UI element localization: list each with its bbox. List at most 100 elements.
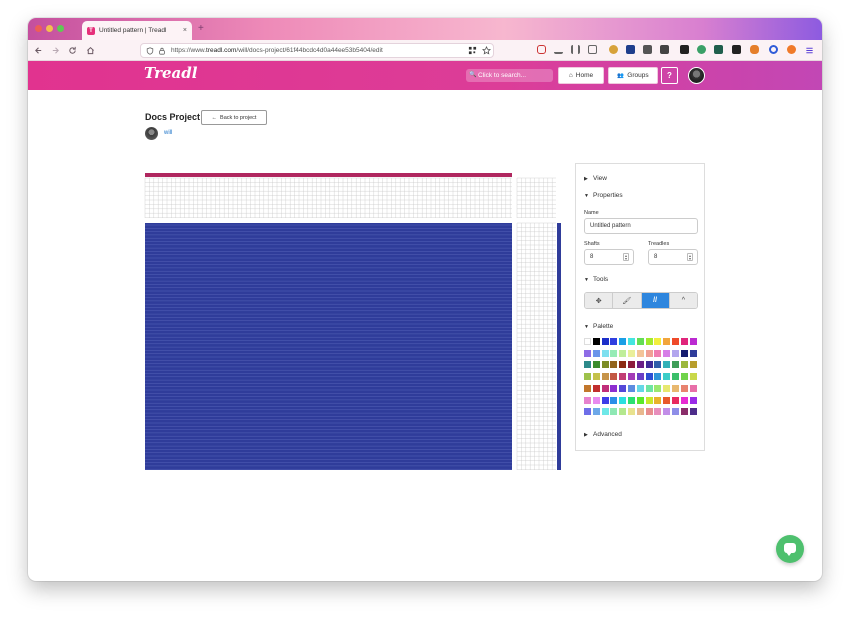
palette-swatch[interactable] — [601, 408, 609, 416]
palette-swatch[interactable] — [663, 349, 671, 357]
palette-swatch[interactable] — [680, 361, 688, 369]
palette-swatch[interactable] — [654, 349, 662, 357]
palette-swatch[interactable] — [610, 396, 618, 404]
palette-swatch[interactable] — [645, 338, 653, 345]
palette-swatch[interactable] — [636, 408, 644, 416]
palette-swatch[interactable] — [663, 361, 671, 369]
palette-swatch[interactable] — [663, 373, 671, 381]
palette-swatch[interactable] — [628, 396, 635, 404]
palette-swatch[interactable] — [584, 361, 591, 369]
shafts-stepper-icon[interactable]: ▴ ▾ — [623, 253, 629, 261]
palette-swatch[interactable] — [654, 338, 662, 345]
tieup-grid[interactable] — [517, 178, 556, 218]
palette-swatch[interactable] — [619, 361, 627, 369]
palette-swatch[interactable] — [619, 338, 627, 345]
palette-swatch[interactable] — [592, 361, 600, 369]
palette-swatch[interactable] — [628, 384, 635, 392]
palette-swatch[interactable] — [663, 338, 671, 345]
palette-swatch[interactable] — [680, 408, 688, 416]
palette-swatch[interactable] — [636, 361, 644, 369]
palette-swatch[interactable] — [654, 408, 662, 416]
palette-swatch[interactable] — [619, 408, 627, 416]
straight-draw-tool-button[interactable]: // — [641, 293, 670, 308]
palette-swatch[interactable] — [654, 361, 662, 369]
palette-swatch[interactable] — [636, 384, 644, 392]
palette-swatch[interactable] — [584, 349, 591, 357]
palette-swatch[interactable] — [584, 408, 591, 416]
palette-swatch[interactable] — [654, 396, 662, 404]
view-section-toggle[interactable]: ▶ View — [584, 175, 607, 182]
palette-swatch[interactable] — [619, 349, 627, 357]
palette-swatch[interactable] — [584, 396, 591, 404]
palette-swatch[interactable] — [645, 396, 653, 404]
palette-swatch[interactable] — [601, 338, 609, 345]
palette-swatch[interactable] — [601, 373, 609, 381]
palette-swatch[interactable] — [619, 384, 627, 392]
palette-swatch[interactable] — [610, 384, 618, 392]
palette-swatch[interactable] — [584, 373, 591, 381]
palette-swatch[interactable] — [680, 373, 688, 381]
palette-swatch[interactable] — [654, 384, 662, 392]
palette-swatch[interactable] — [584, 384, 591, 392]
palette-swatch[interactable] — [680, 384, 688, 392]
tools-section-toggle[interactable]: ▼ Tools — [584, 276, 608, 283]
palette-swatch[interactable] — [619, 373, 627, 381]
pattern-name-input[interactable]: Untitled pattern — [584, 218, 698, 234]
palette-swatch[interactable] — [601, 349, 609, 357]
palette-swatch[interactable] — [672, 384, 679, 392]
palette-swatch[interactable] — [645, 349, 653, 357]
palette-swatch[interactable] — [636, 349, 644, 357]
palette-swatch[interactable] — [610, 361, 618, 369]
shafts-input[interactable]: 8 ▴ ▾ — [584, 249, 634, 265]
palette-swatch[interactable] — [628, 338, 635, 345]
chat-button[interactable] — [776, 535, 804, 563]
palette-swatch[interactable] — [610, 349, 618, 357]
palette-swatch[interactable] — [601, 384, 609, 392]
palette-swatch[interactable] — [628, 408, 635, 416]
palette-swatch[interactable] — [645, 361, 653, 369]
palette-swatch[interactable] — [672, 396, 679, 404]
palette-swatch[interactable] — [592, 338, 600, 345]
weft-color-bar[interactable] — [557, 223, 561, 470]
palette-swatch[interactable] — [689, 349, 697, 357]
palette-swatch[interactable] — [592, 384, 600, 392]
palette-section-toggle[interactable]: ▼ Palette — [584, 323, 613, 330]
palette-swatch[interactable] — [601, 361, 609, 369]
palette-swatch[interactable] — [628, 349, 635, 357]
palette-swatch[interactable] — [672, 338, 679, 345]
palette-swatch[interactable] — [672, 408, 679, 416]
palette-swatch[interactable] — [672, 349, 679, 357]
threading-grid[interactable] — [145, 178, 512, 218]
palette-swatch[interactable] — [680, 349, 688, 357]
move-tool-button[interactable]: ✥ — [585, 293, 614, 308]
palette-swatch[interactable] — [689, 384, 697, 392]
palette-swatch[interactable] — [636, 396, 644, 404]
palette-swatch[interactable] — [654, 373, 662, 381]
palette-swatch[interactable] — [592, 373, 600, 381]
palette-swatch[interactable] — [689, 338, 697, 345]
palette-swatch[interactable] — [601, 396, 609, 404]
palette-swatch[interactable] — [628, 373, 635, 381]
palette-swatch[interactable] — [689, 408, 697, 416]
palette-swatch[interactable] — [628, 361, 635, 369]
palette-swatch[interactable] — [592, 408, 600, 416]
palette-swatch[interactable] — [610, 408, 618, 416]
palette-swatch[interactable] — [636, 338, 644, 345]
palette-swatch[interactable] — [689, 361, 697, 369]
paint-tool-button[interactable]: 🖌 — [613, 293, 642, 308]
advanced-section-toggle[interactable]: ▶ Advanced — [584, 431, 622, 438]
palette-swatch[interactable] — [689, 373, 697, 381]
palette-swatch[interactable] — [584, 338, 591, 345]
palette-swatch[interactable] — [610, 338, 618, 345]
warp-color-bar[interactable] — [145, 173, 512, 177]
palette-swatch[interactable] — [663, 396, 671, 404]
palette-swatch[interactable] — [636, 373, 644, 381]
properties-section-toggle[interactable]: ▼ Properties — [584, 192, 623, 199]
palette-swatch[interactable] — [610, 373, 618, 381]
treadling-grid[interactable] — [517, 223, 556, 470]
palette-swatch[interactable] — [645, 408, 653, 416]
palette-swatch[interactable] — [672, 361, 679, 369]
palette-swatch[interactable] — [592, 396, 600, 404]
palette-swatch[interactable] — [672, 373, 679, 381]
palette-swatch[interactable] — [619, 396, 627, 404]
